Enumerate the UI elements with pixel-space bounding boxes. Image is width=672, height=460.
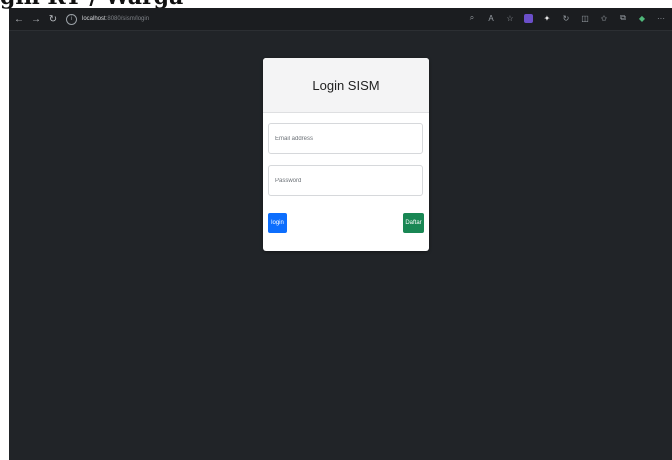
- forward-icon[interactable]: →: [29, 12, 43, 26]
- reload-icon[interactable]: ↻: [46, 12, 60, 26]
- document-caption: gin RT / Warga: [0, 0, 220, 8]
- favorite-icon[interactable]: ☆: [505, 12, 515, 24]
- login-button[interactable]: login: [268, 213, 287, 233]
- browser-toolbar: ← → ↻ i localhost:8080/sism/login ⌕ A ☆ …: [9, 8, 672, 31]
- read-aloud-icon[interactable]: A: [486, 12, 496, 24]
- puzzle-icon[interactable]: ✦: [542, 12, 552, 24]
- copilot-icon[interactable]: ◆: [637, 12, 647, 24]
- zoom-icon[interactable]: ⌕: [467, 12, 477, 24]
- url-host: localhost: [82, 16, 106, 22]
- login-card: Login SISM login Daftar: [263, 58, 429, 251]
- register-button[interactable]: Daftar: [403, 213, 424, 233]
- more-icon[interactable]: ···: [656, 12, 666, 24]
- refresh-icon[interactable]: ↻: [561, 12, 571, 24]
- toolbar-actions: ⌕ A ☆ ✦ ↻ ◫ ✩ ⧉ ◆ ···: [467, 12, 666, 24]
- address-bar[interactable]: i localhost:8080/sism/login: [66, 12, 366, 26]
- password-field[interactable]: [268, 165, 423, 196]
- extension-icon[interactable]: [524, 13, 533, 23]
- browser-window: ← → ↻ i localhost:8080/sism/login ⌕ A ☆ …: [9, 8, 672, 460]
- collections-icon[interactable]: ⧉: [618, 12, 628, 24]
- url-path: :8080/sism/login: [105, 16, 150, 22]
- back-icon[interactable]: ←: [12, 12, 26, 26]
- login-title: Login SISM: [263, 58, 429, 113]
- favorites-icon[interactable]: ✩: [599, 12, 609, 24]
- info-icon[interactable]: i: [66, 13, 77, 25]
- email-field[interactable]: [268, 123, 423, 154]
- split-screen-icon[interactable]: ◫: [580, 12, 590, 24]
